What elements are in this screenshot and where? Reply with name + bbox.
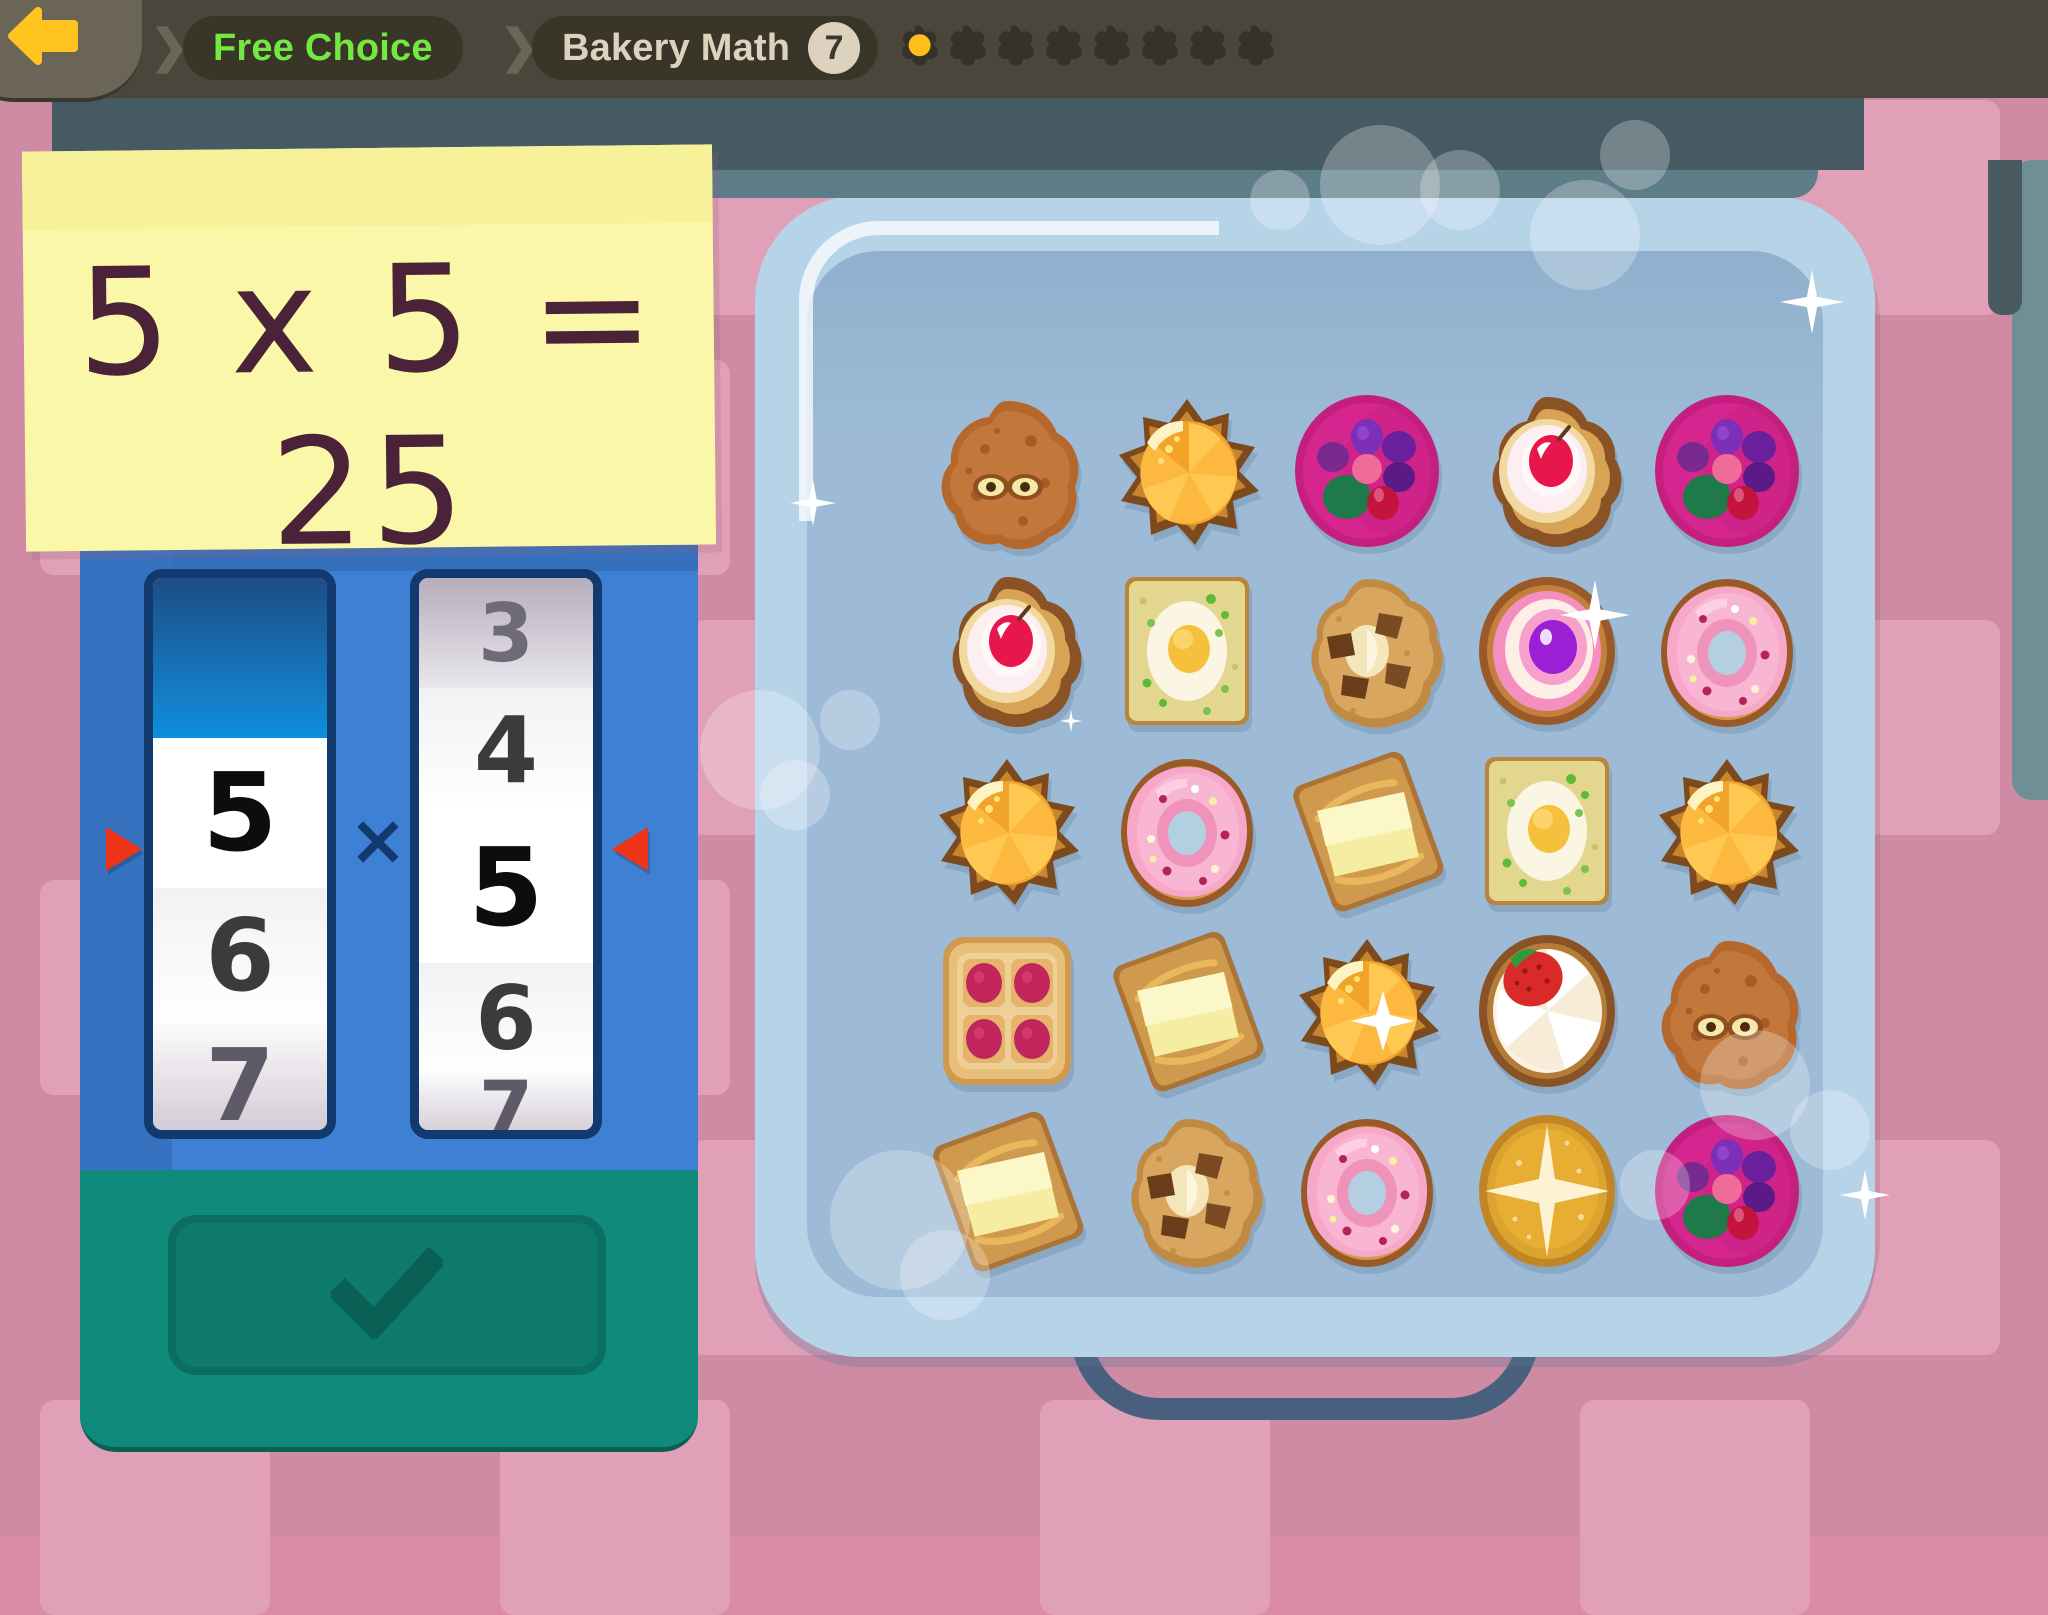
baked-good-brown-cookie[interactable] (917, 381, 1097, 561)
breadcrumb-free-choice[interactable]: Free Choice (183, 16, 463, 80)
baked-good-cream-cherry-tart[interactable] (1457, 381, 1637, 561)
baked-good-choc-chip-cookie[interactable] (1277, 561, 1457, 741)
baked-good-pink-donut[interactable] (1277, 1101, 1457, 1281)
note-top-band (22, 144, 713, 229)
baked-good-berry-tart[interactable] (1277, 381, 1457, 561)
left-reel-selected: 5 (153, 738, 327, 888)
shelf-peg-right (1988, 160, 2022, 315)
equation-text: 5 x 5 = 25 (23, 230, 717, 581)
breadcrumb-bakery-math-label: Bakery Math (562, 27, 790, 70)
baked-good-lemon-tart[interactable] (1097, 381, 1277, 561)
baked-good-egg-toast[interactable] (1457, 741, 1637, 921)
breadcrumb-separator-2: ❯ (500, 22, 526, 74)
baked-good-caramel-tart[interactable] (1457, 1101, 1637, 1281)
right-reel-next: 6 (419, 963, 593, 1073)
baked-good-berry-tart[interactable] (1637, 381, 1817, 561)
progress-star-empty (1234, 24, 1278, 68)
baked-good-butter-toast[interactable] (917, 1101, 1097, 1281)
progress-star-empty (994, 24, 1038, 68)
back-arrow-icon (0, 0, 88, 74)
baking-tray (755, 195, 1875, 1357)
confirm-panel (80, 1170, 698, 1452)
progress-star-filled (898, 24, 942, 68)
baked-good-berry-tart[interactable] (1637, 1101, 1817, 1281)
baked-good-pink-donut[interactable] (1097, 741, 1277, 921)
right-reel-prev: 4 (419, 688, 593, 813)
left-reel-pointer (106, 827, 142, 871)
progress-stars (898, 24, 1278, 68)
right-reel-selected: 5 (419, 813, 593, 963)
baked-good-butter-toast[interactable] (1277, 741, 1457, 921)
right-reel-inner: 3 4 5 6 7 (419, 578, 593, 1130)
left-reel-blank (153, 578, 327, 738)
progress-star-empty (1138, 24, 1182, 68)
top-navigation-bar: ❯ Free Choice ❯ Bakery Math 7 (0, 0, 2048, 98)
baked-good-butter-toast[interactable] (1097, 921, 1277, 1101)
baked-good-strawberry-cream-tart[interactable] (1457, 921, 1637, 1101)
progress-star-empty (1186, 24, 1230, 68)
baked-good-lemon-tart[interactable] (1277, 921, 1457, 1101)
wall-tile (1580, 1400, 1810, 1615)
left-reel-inner: 5 6 7 (153, 578, 327, 1130)
wall-tile (1040, 1400, 1270, 1615)
right-reel-pointer (612, 827, 648, 871)
left-reel-next: 6 (153, 888, 327, 1023)
right-number-reel[interactable]: 3 4 5 6 7 (410, 569, 602, 1139)
breadcrumb-separator-1: ❯ (150, 22, 176, 74)
multiplication-operator: × (348, 811, 408, 871)
back-button[interactable] (0, 0, 142, 102)
right-reel-prev2: 3 (419, 578, 593, 688)
right-reel-next2: 7 (419, 1073, 593, 1139)
progress-star-empty (1042, 24, 1086, 68)
baked-good-lemon-tart[interactable] (1637, 741, 1817, 921)
baked-good-lemon-tart[interactable] (917, 741, 1097, 921)
baked-good-choc-chip-cookie[interactable] (1097, 1101, 1277, 1281)
left-number-reel[interactable]: 5 6 7 (144, 569, 336, 1139)
baked-good-cream-cherry-tart[interactable] (917, 561, 1097, 741)
progress-star-empty (1090, 24, 1134, 68)
confirm-button[interactable] (168, 1215, 606, 1375)
level-badge: 7 (808, 22, 860, 74)
baked-good-berry-waffle[interactable] (917, 921, 1097, 1101)
baked-goods-grid (917, 381, 1817, 1281)
baked-good-egg-toast[interactable] (1097, 561, 1277, 741)
left-reel-next2: 7 (153, 1023, 327, 1139)
baked-good-pink-donut[interactable] (1637, 561, 1817, 741)
breadcrumb-free-choice-label: Free Choice (213, 27, 433, 70)
baked-good-brown-cookie[interactable] (1637, 921, 1817, 1101)
tray-inner-surface (807, 251, 1823, 1297)
check-icon (331, 1247, 443, 1344)
number-selector-machine: 5 6 7 3 4 5 6 7 × (80, 545, 698, 1170)
breadcrumb-bakery-math[interactable]: Bakery Math 7 (532, 16, 878, 80)
progress-star-empty (946, 24, 990, 68)
equation-note: 5 x 5 = 25 (22, 144, 716, 551)
baked-good-purple-berry-tart[interactable] (1457, 561, 1637, 741)
